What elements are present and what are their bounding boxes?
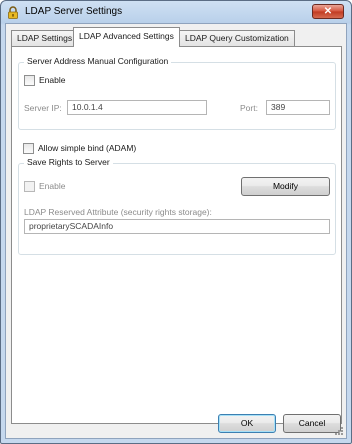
port-label: Port: [240,103,258,113]
padlock-icon [8,6,18,19]
close-icon: ✕ [323,6,333,17]
port-field[interactable]: 389 [266,100,330,115]
close-button[interactable]: ✕ [312,4,344,19]
save-rights-enable-checkbox[interactable] [24,181,35,192]
window-title: LDAP Server Settings [25,6,123,17]
server-address-group-title: Server Address Manual Configuration [24,56,172,66]
server-address-enable-label: Enable [39,75,66,85]
server-ip-label: Server IP: [24,103,62,113]
title-bar[interactable]: LDAP Server Settings ✕ [1,1,351,23]
ok-button[interactable]: OK [218,414,276,433]
modify-button[interactable]: Modify [241,177,330,196]
save-rights-enable-label: Enable [39,181,66,191]
tab-ldap-query-customization[interactable]: LDAP Query Customization [179,30,295,46]
save-rights-group: Save Rights to Server Enable Modify LDAP… [18,157,336,255]
server-address-enable-checkbox[interactable] [24,75,35,86]
allow-simple-bind-label: Allow simple bind (ADAM) [38,143,137,153]
resize-grip-icon[interactable] [334,426,344,436]
server-address-group: Server Address Manual Configuration Enab… [18,56,336,130]
tab-panel-advanced: Server Address Manual Configuration Enab… [11,46,342,424]
ldap-settings-window: LDAP Server Settings ✕ LDAP Settings LDA… [0,0,352,444]
tab-ldap-advanced-settings[interactable]: LDAP Advanced Settings [73,27,180,47]
server-ip-field[interactable]: 10.0.1.4 [67,100,207,115]
tab-ldap-settings[interactable]: LDAP Settings [11,30,79,46]
allow-simple-bind-checkbox[interactable] [23,143,34,154]
save-rights-group-title: Save Rights to Server [24,157,113,167]
reserved-attribute-field[interactable]: proprietarySCADAInfo [24,219,330,234]
reserved-attribute-label: LDAP Reserved Attribute (security rights… [24,207,212,217]
dialog-body: LDAP Settings LDAP Advanced Settings LDA… [5,23,347,439]
cancel-button[interactable]: Cancel [283,414,341,433]
